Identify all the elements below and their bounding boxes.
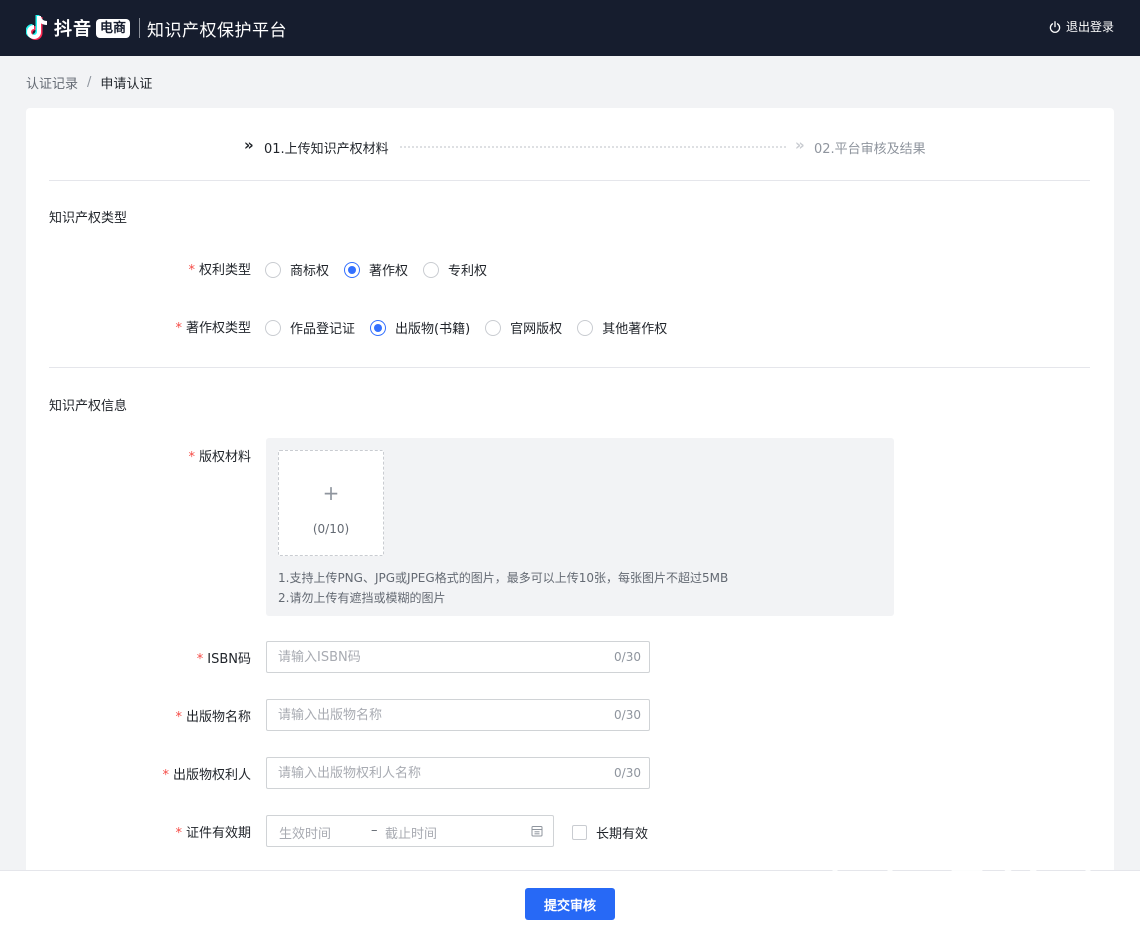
radio-circle[interactable] [485, 319, 502, 336]
divider [49, 367, 1090, 368]
breadcrumb: 认证记录 / 申请认证 [26, 73, 152, 92]
breadcrumb-separator: / [87, 75, 92, 90]
step2-arrow-icon: » [795, 136, 805, 154]
pub-owner-char-count: 0/30 [614, 766, 641, 780]
pub-owner-label: * 出版物权利人 [162, 768, 251, 783]
radio-circle-checked[interactable] [344, 261, 361, 278]
plus-icon: + [322, 481, 340, 505]
section-title-ip-info: 知识产权信息 [49, 399, 128, 414]
step1-label: 01.上传知识产权材料 [264, 142, 389, 157]
validity-label: * 证件有效期 [175, 826, 251, 841]
pub-name-field: 0/30 [266, 699, 650, 731]
top-navigation-bar: 抖音 电商 知识产权保护平台 退出登录 [0, 0, 1140, 56]
date-separator: – [371, 823, 378, 838]
watermark-logo [815, 861, 1113, 923]
upload-panel: + (0/10) 1.支持上传PNG、JPG或JPEG格式的图片，最多可以上传1… [266, 438, 894, 616]
radio-circle[interactable] [265, 261, 281, 278]
logo[interactable]: 抖音 电商 [26, 14, 131, 42]
radio-work-registration[interactable]: 作品登记证 [265, 318, 355, 337]
douyin-note-icon [26, 15, 48, 40]
radio-publication[interactable]: 出版物(书籍) [370, 318, 470, 337]
step-connector [400, 146, 786, 148]
header-divider [139, 18, 141, 38]
calendar-icon[interactable] [531, 825, 543, 837]
material-label: * 版权材料 [188, 450, 251, 465]
power-icon [1049, 20, 1061, 33]
upload-tip-2: 2.请勿上传有遮挡或模糊的图片 [278, 591, 446, 605]
required-mark: * [175, 321, 182, 336]
form-card: » 01.上传知识产权材料 » 02.平台审核及结果 知识产权类型 * 权利类型 … [26, 108, 1114, 898]
end-date-placeholder[interactable]: 截止时间 [385, 823, 437, 842]
long-term-label: 长期有效 [596, 827, 649, 842]
radio-circle[interactable] [265, 319, 281, 336]
radio-trademark[interactable]: 商标权 [265, 260, 329, 279]
radio-patent[interactable]: 专利权 [423, 260, 487, 279]
radio-circle-checked[interactable] [370, 319, 387, 336]
logout-label: 退出登录 [1065, 20, 1114, 34]
start-date-placeholder[interactable]: 生效时间 [279, 823, 331, 842]
radio-other-copyright[interactable]: 其他著作权 [577, 318, 667, 337]
radio-circle[interactable] [577, 319, 594, 336]
copyright-type-label: * 著作权类型 [175, 321, 251, 336]
isbn-char-count: 0/30 [614, 650, 641, 664]
radio-circle[interactable] [423, 261, 440, 278]
pub-name-input[interactable] [278, 700, 598, 730]
logout-button[interactable]: 退出登录 [1049, 18, 1114, 35]
required-mark: * [175, 710, 182, 725]
radio-official-site[interactable]: 官网版权 [485, 318, 562, 337]
upload-tip-1: 1.支持上传PNG、JPG或JPEG格式的图片，最多可以上传10张，每张图片不超… [278, 571, 729, 585]
isbn-input[interactable] [278, 642, 598, 672]
step1-arrow-icon: » [244, 136, 254, 154]
brand-badge: 电商 [96, 18, 131, 38]
step2-label: 02.平台审核及结果 [814, 142, 926, 157]
isbn-label: * ISBN码 [196, 652, 251, 667]
breadcrumb-parent[interactable]: 认证记录 [26, 73, 78, 92]
long-term-checkbox[interactable]: 长期有效 [572, 823, 648, 842]
checkbox-box[interactable] [572, 825, 587, 840]
platform-title: 知识产权保护平台 [147, 20, 288, 41]
date-range-picker[interactable]: 生效时间 – 截止时间 [266, 815, 554, 847]
right-type-label: * 权利类型 [188, 263, 251, 278]
required-mark: * [162, 768, 169, 783]
pub-owner-field: 0/30 [266, 757, 650, 789]
required-mark: * [196, 652, 204, 667]
required-mark: * [175, 826, 182, 841]
submit-review-button[interactable]: 提交审核 [525, 888, 615, 920]
right-type-radio-group: 商标权 著作权 专利权 [265, 260, 502, 279]
breadcrumb-current: 申请认证 [100, 77, 153, 92]
brand-name: 抖音 [54, 19, 92, 40]
upload-button[interactable]: + (0/10) [278, 450, 384, 556]
copyright-type-radio-group: 作品登记证 出版物(书籍) 官网版权 其他著作权 [265, 318, 682, 337]
required-mark: * [188, 450, 195, 465]
isbn-field: 0/30 [266, 641, 650, 673]
pub-name-label: * 出版物名称 [175, 710, 251, 725]
pub-owner-input[interactable] [278, 758, 598, 788]
upload-count: (0/10) [312, 522, 350, 536]
divider [49, 180, 1090, 181]
pub-name-char-count: 0/30 [614, 708, 641, 722]
radio-copyright[interactable]: 著作权 [344, 260, 408, 279]
required-mark: * [188, 263, 195, 278]
section-title-ip-type: 知识产权类型 [49, 211, 128, 226]
step-indicator: » 01.上传知识产权材料 » 02.平台审核及结果 [26, 108, 1114, 180]
